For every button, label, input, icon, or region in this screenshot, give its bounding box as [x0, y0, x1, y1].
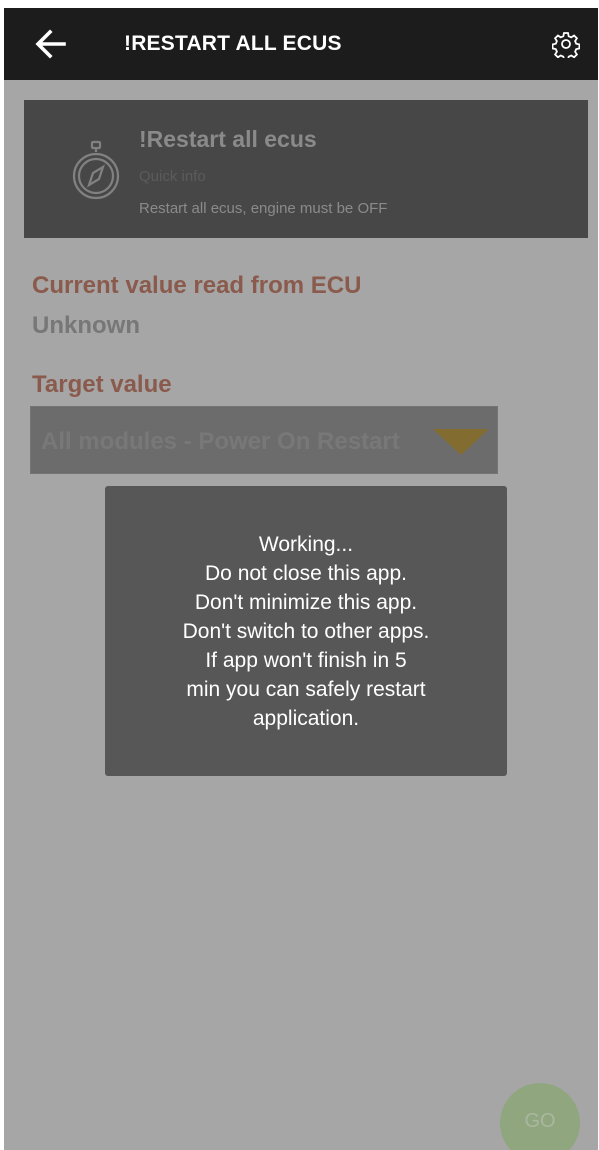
target-value-label: Target value	[32, 371, 172, 398]
card-description: Restart all ecus, engine must be OFF	[139, 200, 388, 217]
dialog-message: Working... Do not close this app. Don't …	[105, 530, 507, 733]
target-value-select[interactable]: All modules - Power On Restart	[30, 406, 498, 474]
dialog-line: application.	[252, 707, 360, 730]
dialog-line: Don't switch to other apps.	[182, 620, 430, 643]
dialog-line: min you can safely restart	[186, 678, 426, 701]
page-title: !RESTART ALL ECUS	[124, 32, 342, 55]
top-app-bar: !RESTART ALL ECUS	[4, 8, 598, 80]
arrow-left-icon	[35, 29, 66, 59]
current-value-label: Current value read from ECU	[32, 272, 362, 299]
selected-option: All modules - Power On Restart	[41, 428, 400, 455]
dialog-line: Don't minimize this app.	[194, 591, 418, 614]
dialog-line: Do not close this app.	[205, 562, 407, 585]
triangle-down-icon	[433, 429, 489, 455]
back-button[interactable]	[34, 28, 68, 60]
settings-button[interactable]	[551, 30, 581, 61]
dialog-line: Working...	[258, 533, 354, 556]
screen: !RESTART ALL ECUS !Restart all ecus Quic…	[0, 0, 599, 1150]
gear-icon	[551, 32, 581, 61]
info-card: !Restart all ecus Quick info Restart all…	[24, 100, 588, 238]
go-button-label: GO	[524, 1110, 556, 1132]
compass-icon	[68, 140, 124, 202]
card-title: !Restart all ecus	[139, 126, 317, 152]
current-value: Unknown	[32, 312, 140, 339]
card-subtitle: Quick info	[139, 168, 206, 185]
main-content: !Restart all ecus Quick info Restart all…	[4, 80, 598, 1150]
go-button[interactable]: GO	[500, 1083, 580, 1150]
app-window: !RESTART ALL ECUS !Restart all ecus Quic…	[4, 8, 598, 1150]
dialog-line: If app won't finish in 5	[205, 649, 407, 672]
progress-dialog: Working... Do not close this app. Don't …	[105, 486, 507, 776]
